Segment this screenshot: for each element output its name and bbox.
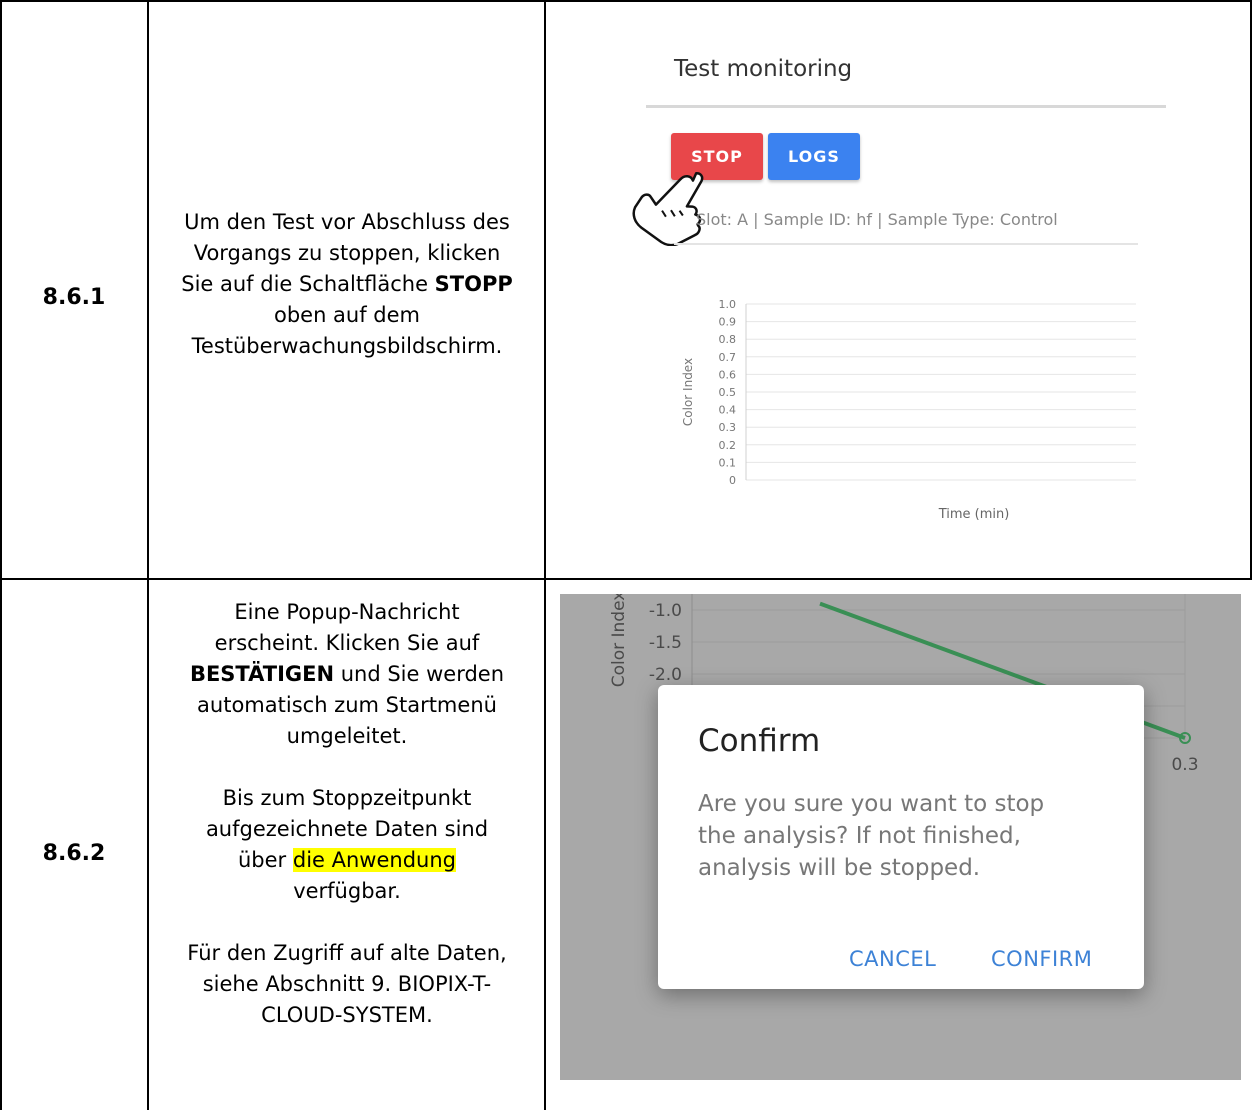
info-divider <box>674 243 1138 245</box>
y-tick-label: 0.5 <box>719 386 737 399</box>
description-line: Um den Test vor Abschluss des <box>184 210 510 234</box>
confirm-dialog: Confirm Are you sure you want to stop th… <box>658 685 1144 989</box>
y-tick-label: -2.0 <box>649 665 682 685</box>
y-tick-label: 1.0 <box>719 298 737 311</box>
logs-button[interactable]: LOGS <box>768 133 860 180</box>
step-description: Eine Popup-Nachricht erscheint. Klicken … <box>150 597 544 1031</box>
description-line: erscheint. Klicken Sie auf <box>214 631 480 655</box>
description-line: Eine Popup-Nachricht <box>234 600 460 624</box>
y-tick-label: 0.4 <box>719 404 737 417</box>
description-line: verfügbar. <box>293 879 401 903</box>
description-line: über die Anwendung <box>150 845 544 876</box>
test-monitoring-screenshot: Test monitoring STOP LOGS Slot: A | Samp… <box>546 2 1252 578</box>
monitoring-title: Test monitoring <box>674 56 853 82</box>
pointing-hand-icon <box>632 172 704 246</box>
table-row-divider <box>0 578 1252 580</box>
y-tick-label: 0.9 <box>719 316 737 329</box>
description-text: und Sie werden <box>334 662 505 686</box>
description-line: Sie auf die Schaltfläche STOPP <box>150 269 544 300</box>
description-line: Für den Zugriff auf alte Daten, <box>187 941 507 965</box>
y-tick-label: 0.7 <box>719 351 737 364</box>
description-line: oben auf dem <box>273 303 421 327</box>
color-index-chart: 1.0 0.9 0.8 0.7 0.6 0.5 0.4 0.3 0.2 0.1 0 Color Ind… <box>681 298 1136 522</box>
slot-info: Slot: A | Sample ID: hf | Sample Type: C… <box>696 210 1058 229</box>
x-axis-label: Time (min) <box>938 507 1010 522</box>
dialog-message-line: Are you sure you want to stop <box>698 791 1045 817</box>
table-border-left <box>0 0 2 1110</box>
confirm-button[interactable]: CONFIRM <box>991 947 1092 971</box>
dialog-message: Are you sure you want to stop the analys… <box>698 788 1118 884</box>
description-line: Vorgangs zu stoppen, klicken <box>193 241 501 265</box>
dialog-title: Confirm <box>698 723 821 759</box>
y-tick-label: 0.3 <box>719 421 737 434</box>
highlighted-text: die Anwendung <box>292 848 456 872</box>
description-line: aufgezeichnete Daten sind <box>205 817 489 841</box>
step-number: 8.6.2 <box>42 841 106 866</box>
y-axis-label: Color Index <box>681 358 695 426</box>
y-axis-label: Color Index <box>609 594 629 687</box>
y-tick-label: 0.6 <box>719 368 737 381</box>
step-description: Um den Test vor Abschluss des Vorgangs z… <box>150 207 544 362</box>
y-tick-label: -1.5 <box>649 633 682 653</box>
description-text: über <box>238 848 293 872</box>
description-bold: STOPP <box>434 272 513 296</box>
description-line: umgeleitet. <box>286 724 408 748</box>
cancel-button[interactable]: CANCEL <box>849 947 936 971</box>
description-line: automatisch zum Startmenü <box>197 693 497 717</box>
description-line: Testüberwachungsbildschirm. <box>191 334 503 358</box>
instruction-table: 8.6.1 Um den Test vor Abschluss des Vorg… <box>0 0 1252 1110</box>
y-tick-label: 0.1 <box>719 456 737 469</box>
description-bold: BESTÄTIGEN <box>189 662 335 686</box>
y-tick-label: 0.8 <box>719 333 737 346</box>
description-line: CLOUD-SYSTEM. <box>261 1003 433 1027</box>
y-tick-label: -1.0 <box>649 601 682 621</box>
x-tick-label: 0.3 <box>1171 755 1198 775</box>
dialog-message-line: analysis will be stopped. <box>698 855 981 881</box>
step-number: 8.6.1 <box>42 285 106 310</box>
description-line: siehe Abschnitt 9. BIOPIX-T- <box>202 972 492 996</box>
description-line: Bis zum Stoppzeitpunkt <box>222 786 472 810</box>
description-text: Sie auf die Schaltfläche <box>181 272 435 296</box>
description-line: BESTÄTIGEN und Sie werden <box>150 659 544 690</box>
title-divider <box>646 105 1166 108</box>
y-tick-label: 0.2 <box>719 439 737 452</box>
table-divider-1 <box>147 0 149 1110</box>
y-tick-label: 0 <box>729 474 736 487</box>
confirm-dialog-screenshot: -1.0-1.5-2.0-2-3Color Index0.3 Confirm A… <box>560 594 1241 1080</box>
dialog-message-line: the analysis? If not finished, <box>698 823 1021 849</box>
